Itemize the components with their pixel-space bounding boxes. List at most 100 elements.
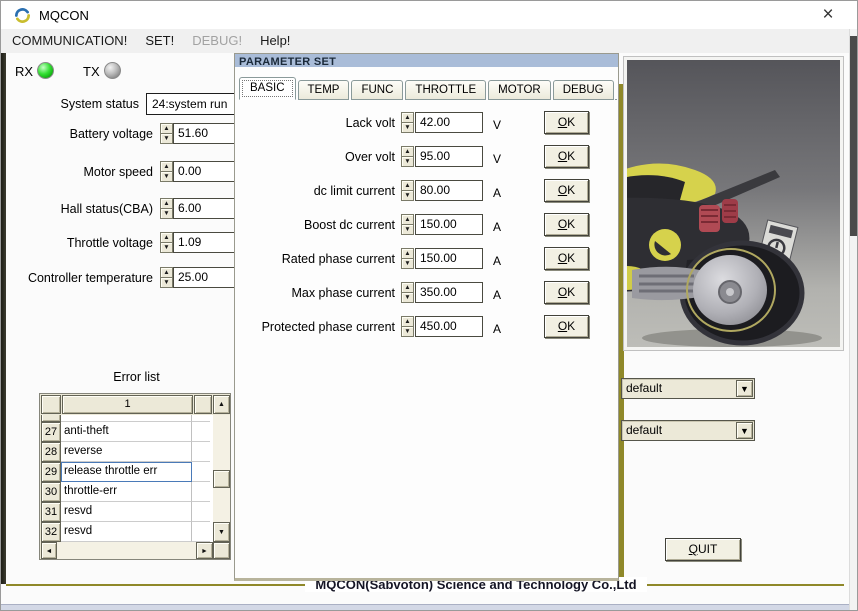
param-input-boost-dc-current[interactable]: 150.00 — [415, 214, 483, 235]
spinner-up-icon[interactable]: ▲ — [401, 316, 414, 326]
ok-button-over-volt[interactable]: OK — [544, 145, 589, 168]
error-row-label[interactable]: throttle-err — [61, 482, 192, 502]
param-unit-dc-limit-current: A — [493, 186, 502, 200]
param-unit-over-volt: V — [493, 152, 502, 166]
tab-temp[interactable]: TEMP — [297, 80, 350, 100]
grid-column-header[interactable]: 1 — [62, 395, 193, 414]
main-scrollbar[interactable] — [849, 29, 857, 610]
spinner-up-icon[interactable]: ▲ — [401, 146, 414, 156]
param-input-max-phase-current[interactable]: 350.00 — [415, 282, 483, 303]
menu-set[interactable]: SET! — [136, 30, 183, 52]
menu-communication[interactable]: COMMUNICATION! — [3, 30, 136, 52]
error-row-31[interactable]: 31 resvd — [41, 502, 213, 522]
ok-button-lack-volt[interactable]: OK — [544, 111, 589, 134]
field-input-battery-voltage[interactable]: 51.60 — [173, 123, 237, 144]
spinner-up-icon[interactable]: ▲ — [160, 267, 173, 277]
param-spinner-protected-phase-current[interactable]: ▲ ▼ — [401, 316, 414, 337]
grid-scroll-left-icon[interactable]: ◄ — [41, 542, 57, 559]
spinner-up-icon[interactable]: ▲ — [401, 112, 414, 122]
param-input-protected-phase-current[interactable]: 450.00 — [415, 316, 483, 337]
error-row-27[interactable]: 27 anti-theft — [41, 422, 213, 442]
grid-vscroll-thumb[interactable] — [213, 470, 230, 488]
param-spinner-max-phase-current[interactable]: ▲ ▼ — [401, 282, 414, 303]
tab-basic[interactable]: BASIC — [239, 77, 296, 100]
error-row-label[interactable]: resvd — [61, 502, 192, 522]
spinner-up-icon[interactable]: ▲ — [401, 214, 414, 224]
field-input-controller-temperature[interactable]: 25.00 — [173, 267, 237, 288]
param-input-over-volt[interactable]: 95.00 — [415, 146, 483, 167]
param-spinner-lack-volt[interactable]: ▲ ▼ — [401, 112, 414, 133]
error-row-29[interactable]: 29 release throttle err — [41, 462, 213, 482]
spinner-up-icon[interactable]: ▲ — [401, 282, 414, 292]
grid-scroll-right-icon[interactable]: ► — [196, 542, 213, 559]
spinner-down-icon[interactable]: ▼ — [160, 171, 173, 182]
spinner-motor-speed[interactable]: ▲ ▼ — [160, 161, 173, 182]
field-input-hall-status-cba-[interactable]: 6.00 — [173, 198, 237, 219]
spinner-hall-status-cba-[interactable]: ▲ ▼ — [160, 198, 173, 219]
field-input-throttle-voltage[interactable]: 1.09 — [173, 232, 237, 253]
spinner-down-icon[interactable]: ▼ — [401, 156, 414, 167]
menu-help[interactable]: Help! — [251, 30, 299, 52]
close-icon[interactable]: × — [815, 4, 841, 26]
param-input-lack-volt[interactable]: 42.00 — [415, 112, 483, 133]
param-input-dc-limit-current[interactable]: 80.00 — [415, 180, 483, 201]
ok-button-dc-limit-current[interactable]: OK — [544, 179, 589, 202]
param-spinner-over-volt[interactable]: ▲ ▼ — [401, 146, 414, 167]
spinner-down-icon[interactable]: ▼ — [160, 133, 173, 144]
field-input-motor-speed[interactable]: 0.00 — [173, 161, 237, 182]
spinner-down-icon[interactable]: ▼ — [401, 292, 414, 303]
spinner-battery-voltage[interactable]: ▲ ▼ — [160, 123, 173, 144]
error-list-table[interactable]: 1 ▲ 2627anti-theft28reverse29release thr… — [39, 393, 231, 560]
error-row-label[interactable]: reverse — [61, 442, 192, 462]
grid-scroll-up-icon[interactable]: ▲ — [213, 395, 230, 414]
spinner-down-icon[interactable]: ▼ — [401, 122, 414, 133]
spinner-controller-temperature[interactable]: ▲ ▼ — [160, 267, 173, 288]
ok-button-boost-dc-current[interactable]: OK — [544, 213, 589, 236]
error-row-label[interactable]: anti-theft — [61, 422, 192, 442]
error-row-label[interactable] — [61, 415, 192, 422]
spinner-up-icon[interactable]: ▲ — [160, 123, 173, 133]
ok-button-max-phase-current[interactable]: OK — [544, 281, 589, 304]
spinner-down-icon[interactable]: ▼ — [160, 277, 173, 288]
spinner-up-icon[interactable]: ▲ — [160, 161, 173, 171]
error-row-26[interactable]: 26 — [41, 415, 213, 422]
error-row-32[interactable]: 32 resvd — [41, 522, 213, 542]
quit-button[interactable]: QUIT — [665, 538, 741, 561]
spinner-up-icon[interactable]: ▲ — [160, 198, 173, 208]
profile-dropdown-1[interactable]: default ▼ — [621, 378, 755, 399]
param-spinner-dc-limit-current[interactable]: ▲ ▼ — [401, 180, 414, 201]
tab-func[interactable]: FUNC — [351, 80, 404, 100]
tab-throttle[interactable]: THROTTLE — [405, 80, 487, 100]
error-row-30[interactable]: 30 throttle-err — [41, 482, 213, 502]
spinner-down-icon[interactable]: ▼ — [401, 224, 414, 235]
spinner-throttle-voltage[interactable]: ▲ ▼ — [160, 232, 173, 253]
system-status-value: 24:system run — [146, 93, 238, 115]
ok-button-protected-phase-current[interactable]: OK — [544, 315, 589, 338]
tab-debug[interactable]: DEBUG — [552, 80, 614, 100]
spinner-down-icon[interactable]: ▼ — [401, 190, 414, 201]
grid-hscroll-track[interactable]: ◄ ► — [41, 542, 213, 559]
spinner-up-icon[interactable]: ▲ — [160, 232, 173, 242]
menu-debug: DEBUG! — [192, 33, 243, 48]
grid-vscroll-track[interactable]: ▼ — [213, 415, 230, 542]
spinner-down-icon[interactable]: ▼ — [160, 208, 173, 219]
grid-scroll-down-icon[interactable]: ▼ — [213, 522, 230, 542]
dropdown-arrow-icon[interactable]: ▼ — [736, 380, 753, 397]
spinner-up-icon[interactable]: ▲ — [401, 248, 414, 258]
dialog-title-bar[interactable]: PARAMETER SET — [235, 54, 618, 67]
error-row-28[interactable]: 28 reverse — [41, 442, 213, 462]
param-input-rated-phase-current[interactable]: 150.00 — [415, 248, 483, 269]
dropdown-arrow-icon[interactable]: ▼ — [736, 422, 753, 439]
spinner-down-icon[interactable]: ▼ — [160, 242, 173, 253]
spinner-down-icon[interactable]: ▼ — [401, 326, 414, 337]
error-row-label[interactable]: resvd — [61, 522, 192, 542]
main-scrollbar-thumb[interactable] — [850, 36, 857, 236]
spinner-up-icon[interactable]: ▲ — [401, 180, 414, 190]
param-spinner-boost-dc-current[interactable]: ▲ ▼ — [401, 214, 414, 235]
ok-button-rated-phase-current[interactable]: OK — [544, 247, 589, 270]
profile-dropdown-2[interactable]: default ▼ — [621, 420, 755, 441]
spinner-down-icon[interactable]: ▼ — [401, 258, 414, 269]
error-row-label[interactable]: release throttle err — [61, 462, 192, 482]
tab-motor[interactable]: MOTOR — [488, 80, 551, 100]
param-spinner-rated-phase-current[interactable]: ▲ ▼ — [401, 248, 414, 269]
